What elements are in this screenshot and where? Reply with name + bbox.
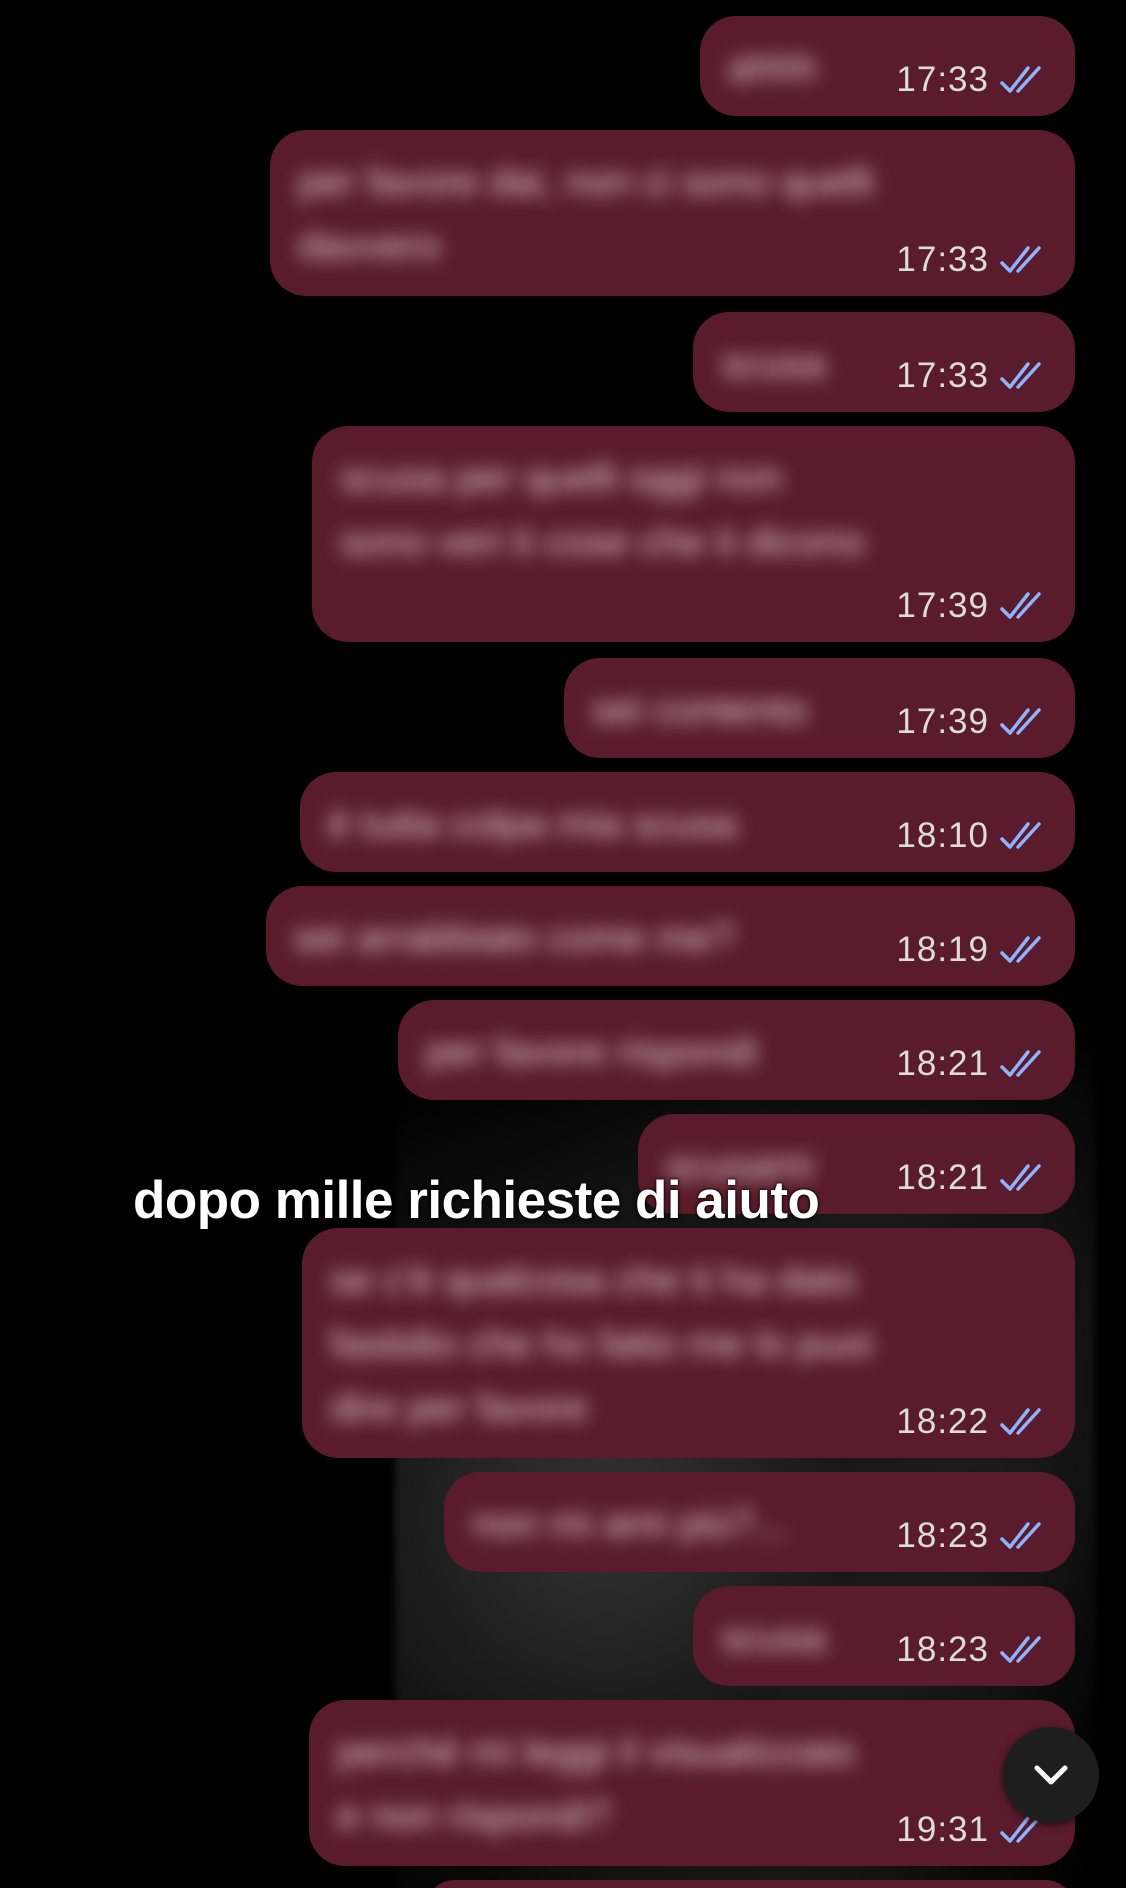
double-check-icon (1000, 936, 1041, 963)
chevron-down-icon (1034, 1765, 1068, 1785)
message-text: sei arrabbiato come me? (294, 916, 735, 960)
double-check-icon (1000, 1408, 1041, 1435)
message-time: 17:39 (896, 702, 989, 741)
message-text: non mi ami più?... (472, 1502, 788, 1546)
double-check-icon (1000, 592, 1041, 619)
double-check-icon (1000, 1522, 1041, 1549)
double-check-icon (1000, 66, 1041, 93)
message-meta: 17:39 (896, 586, 1047, 626)
message-bubble[interactable]: scusa per quelli oggi non sono veri ti c… (312, 426, 1075, 642)
message-time: 18:23 (896, 1630, 989, 1669)
message-bubble[interactable]: è tutta colpa mia scusa 18:10 (300, 772, 1075, 872)
message-bubble[interactable]: sei contento 17:39 (564, 658, 1075, 758)
scroll-down-button[interactable] (1003, 1727, 1099, 1823)
message-time: 17:33 (896, 240, 989, 279)
message-time: 19:31 (896, 1810, 989, 1849)
message-meta: 18:19 (896, 930, 1047, 970)
message-text: scusa per quelli oggi non sono veri ti c… (340, 456, 865, 564)
message-bubble[interactable]: ahhh 17:33 (700, 16, 1075, 116)
message-text: per favore dai, non ci sono quelli davve… (298, 160, 874, 268)
double-check-icon (1000, 1050, 1041, 1077)
message-meta: 18:21 (896, 1158, 1047, 1198)
message-text: perché mi leggi il visualizzato e non ri… (337, 1730, 856, 1838)
message-time: 18:21 (896, 1158, 989, 1197)
message-text: se c'è qualcosa che ti ha dato fastidio … (330, 1258, 873, 1430)
chat-area[interactable]: ahhh 17:33 per favore dai, non ci sono q… (0, 0, 1126, 1888)
overlay-caption: dopo mille richieste di aiuto (133, 1171, 820, 1230)
message-text: ahhh (728, 46, 817, 90)
message-meta: 17:33 (896, 240, 1047, 280)
double-check-icon (1000, 362, 1041, 389)
message-text: sei contento (592, 688, 808, 732)
message-bubble[interactable]: scusa 18:23 (693, 1586, 1075, 1686)
message-meta: 18:10 (896, 816, 1047, 856)
message-bubble[interactable]: se c'è qualcosa che ti ha dato fastidio … (302, 1228, 1075, 1458)
message-meta: 17:39 (896, 702, 1047, 742)
message-text: scusa (721, 342, 826, 386)
message-bubble[interactable]: scusa 17:33 (693, 312, 1075, 412)
message-time: 17:33 (896, 60, 989, 99)
message-text: per favore rispondi (426, 1030, 758, 1074)
message-meta: 18:22 (896, 1402, 1047, 1442)
double-check-icon (1000, 708, 1041, 735)
message-meta: 18:23 (896, 1516, 1047, 1556)
message-time: 17:39 (896, 586, 989, 625)
double-check-icon (1000, 822, 1041, 849)
message-meta: 19:31 (896, 1810, 1047, 1850)
message-text: scusa (721, 1616, 826, 1660)
message-time: 17:33 (896, 356, 989, 395)
message-bubble[interactable]: per favore dai, non ci sono quelli davve… (270, 130, 1075, 296)
message-bubble[interactable]: non mi ami più?... 18:23 (444, 1472, 1075, 1572)
double-check-icon (1000, 246, 1041, 273)
message-text: è tutta colpa mia scusa (328, 802, 738, 846)
message-bubble-partial (425, 1880, 1075, 1888)
message-meta: 18:23 (896, 1630, 1047, 1670)
message-meta: 17:33 (896, 356, 1047, 396)
message-bubble[interactable]: perché mi leggi il visualizzato e non ri… (309, 1700, 1075, 1866)
message-time: 18:19 (896, 930, 989, 969)
message-time: 18:21 (896, 1044, 989, 1083)
message-time: 18:10 (896, 816, 989, 855)
message-time: 18:22 (896, 1402, 989, 1441)
message-bubble[interactable]: per favore rispondi 18:21 (398, 1000, 1075, 1100)
message-time: 18:23 (896, 1516, 989, 1555)
message-meta: 18:21 (896, 1044, 1047, 1084)
double-check-icon (1000, 1164, 1041, 1191)
message-meta: 17:33 (896, 60, 1047, 100)
message-bubble[interactable]: sei arrabbiato come me? 18:19 (266, 886, 1075, 986)
double-check-icon (1000, 1636, 1041, 1663)
